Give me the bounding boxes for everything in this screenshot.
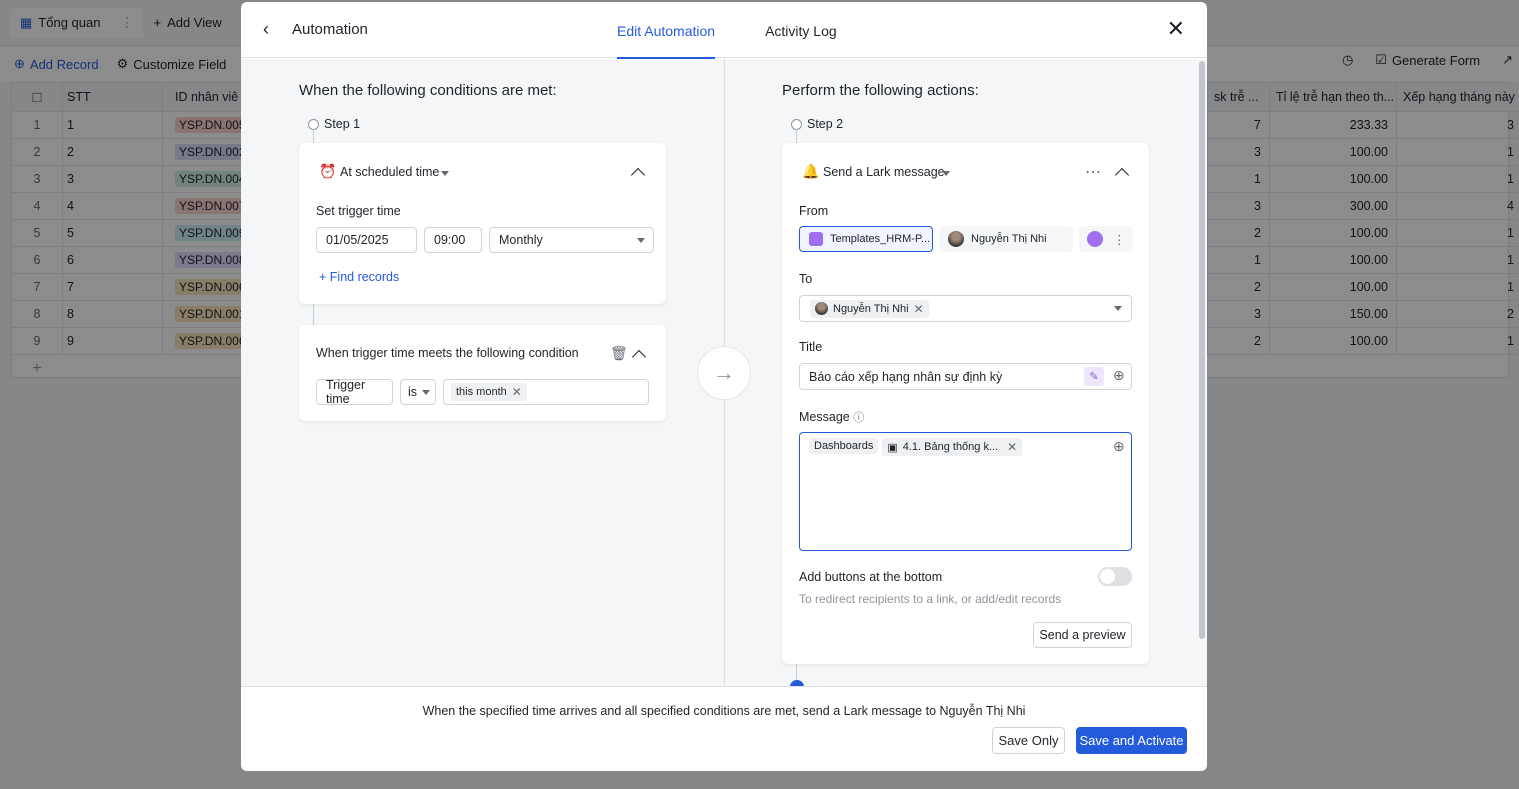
automation-modal: ‹ Automation Edit Automation Activity Lo… bbox=[241, 2, 1207, 771]
condition-operator-select[interactable]: is bbox=[400, 379, 436, 405]
tab-edit-automation[interactable]: Edit Automation bbox=[617, 2, 716, 59]
chevron-down-icon bbox=[422, 390, 430, 395]
back-arrow-icon[interactable]: ‹ bbox=[263, 19, 279, 39]
scrollbar[interactable] bbox=[1199, 61, 1205, 639]
message-label: Message ⓘ bbox=[799, 410, 865, 424]
bot-icon bbox=[1087, 231, 1103, 247]
step-1: Step 1 bbox=[308, 117, 360, 131]
action-card: 🔔 Send a Lark message ⋯ From Templates_H… bbox=[782, 143, 1149, 664]
conditions-heading: When the following conditions are met: bbox=[299, 82, 557, 99]
message-chip-chart: ▣ 4.1. Bảng thống k... ✕ bbox=[882, 438, 1023, 456]
modal-footer: When the specified time arrives and all … bbox=[241, 686, 1207, 771]
step-dot-icon bbox=[308, 118, 319, 130]
modal-title: Automation bbox=[292, 21, 368, 38]
find-records-link[interactable]: + Find records bbox=[319, 270, 399, 284]
from-app-select[interactable]: Templates_HRM-P... bbox=[799, 226, 933, 252]
bottom-buttons-hint: To redirect recipients to a link, or add… bbox=[799, 592, 1062, 606]
from-extra[interactable]: ⋮ bbox=[1079, 226, 1133, 252]
collapse-icon[interactable] bbox=[1114, 167, 1130, 183]
plus-circle-icon[interactable]: ⊕ bbox=[1113, 367, 1125, 384]
bottom-buttons-label: Add buttons at the bottom bbox=[799, 570, 943, 584]
set-trigger-time-label: Set trigger time bbox=[316, 204, 401, 218]
trigger-type[interactable]: At scheduled time bbox=[340, 165, 439, 179]
automation-summary: When the specified time arrives and all … bbox=[422, 704, 1026, 718]
more-icon[interactable]: ⋯ bbox=[1085, 162, 1101, 182]
frequency-select[interactable]: Monthly bbox=[489, 227, 654, 253]
close-icon[interactable]: ✕ bbox=[1167, 18, 1185, 40]
close-icon[interactable]: ✕ bbox=[512, 385, 522, 399]
trash-icon[interactable]: 🗑 bbox=[610, 345, 628, 362]
title-input[interactable]: Báo cáo xếp hạng nhân sự định kỳ ✎ ⊕ bbox=[799, 363, 1132, 390]
trigger-type-caret-icon[interactable] bbox=[441, 171, 449, 176]
alarm-clock-icon: ⏰ bbox=[319, 163, 337, 179]
info-icon[interactable]: ⓘ bbox=[853, 412, 864, 424]
from-label: From bbox=[799, 204, 829, 218]
ai-edit-icon[interactable]: ✎ bbox=[1084, 367, 1104, 386]
close-icon[interactable]: ✕ bbox=[914, 302, 924, 316]
modal-tabs: Edit Automation Activity Log bbox=[617, 2, 837, 59]
condition-value-field[interactable]: this month ✕ bbox=[443, 379, 649, 405]
step-line bbox=[313, 129, 314, 143]
condition-title: When trigger time meets the following co… bbox=[316, 346, 579, 360]
modal-header: ‹ Automation Edit Automation Activity Lo… bbox=[241, 2, 1207, 59]
condition-card: When trigger time meets the following co… bbox=[299, 325, 666, 421]
save-activate-button[interactable]: Save and Activate bbox=[1076, 727, 1187, 754]
app-icon bbox=[809, 232, 823, 246]
step-2: Step 2 bbox=[791, 117, 843, 131]
message-chip-dashboards: Dashboards bbox=[809, 438, 879, 454]
bell-icon: 🔔 bbox=[802, 163, 820, 179]
plus-circle-icon[interactable]: ⊕ bbox=[1113, 438, 1125, 455]
more-vertical-icon[interactable]: ⋮ bbox=[1113, 232, 1126, 247]
recipient-chip: Nguyễn Thị Nhi ✕ bbox=[810, 299, 929, 318]
condition-field-select[interactable]: Trigger time bbox=[316, 378, 393, 406]
image-icon: ▣ bbox=[887, 441, 898, 454]
to-label: To bbox=[799, 272, 813, 286]
avatar bbox=[948, 231, 964, 247]
tab-activity-log[interactable]: Activity Log bbox=[765, 2, 837, 58]
bottom-buttons-toggle[interactable] bbox=[1098, 567, 1132, 586]
chevron-down-icon[interactable] bbox=[1114, 306, 1122, 311]
send-preview-button[interactable]: Send a preview bbox=[1033, 622, 1132, 648]
action-type-caret-icon[interactable] bbox=[942, 171, 950, 176]
avatar bbox=[815, 302, 828, 315]
chevron-down-icon bbox=[637, 238, 645, 243]
date-input[interactable]: 01/05/2025 bbox=[316, 227, 417, 253]
modal-body: → When the following conditions are met:… bbox=[241, 59, 1207, 688]
from-user-select[interactable]: Nguyễn Thị Nhi bbox=[939, 226, 1073, 252]
arrow-right-icon: → bbox=[697, 346, 751, 400]
time-input[interactable]: 09:00 bbox=[424, 227, 482, 253]
title-label: Title bbox=[799, 340, 823, 354]
value-chip: this month ✕ bbox=[451, 383, 527, 401]
close-icon[interactable]: ✕ bbox=[1007, 440, 1017, 454]
message-textarea[interactable]: Dashboards ▣ 4.1. Bảng thống k... ✕ ⊕ bbox=[799, 432, 1132, 551]
to-field[interactable]: Nguyễn Thị Nhi ✕ bbox=[799, 295, 1132, 322]
action-type[interactable]: Send a Lark message bbox=[823, 165, 945, 179]
trigger-card: ⏰ At scheduled time Set trigger time 01/… bbox=[299, 143, 666, 304]
actions-heading: Perform the following actions: bbox=[782, 82, 979, 99]
step-line bbox=[313, 303, 314, 325]
step-line bbox=[796, 129, 797, 143]
save-only-button[interactable]: Save Only bbox=[992, 727, 1065, 754]
collapse-icon[interactable] bbox=[631, 349, 647, 365]
collapse-icon[interactable] bbox=[630, 167, 646, 183]
step-dot-icon bbox=[791, 118, 802, 130]
